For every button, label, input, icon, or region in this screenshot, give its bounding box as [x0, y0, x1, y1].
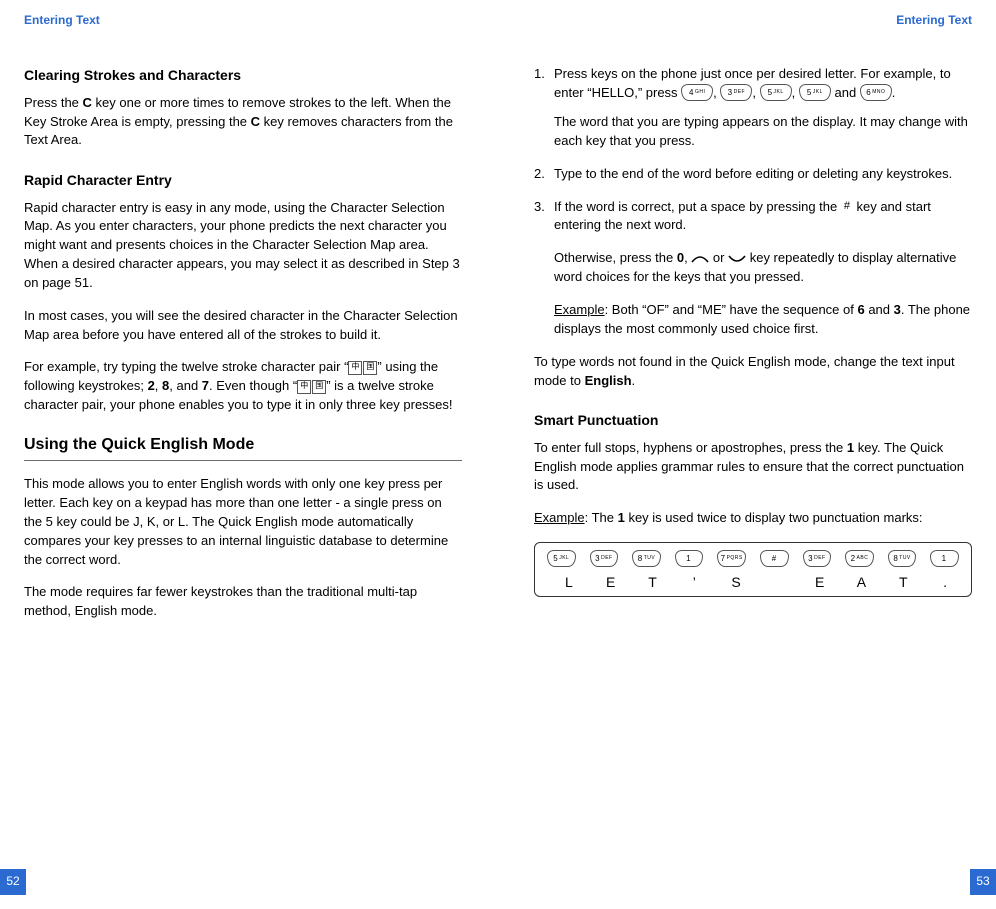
step-3-sub-1: Otherwise, press the 0, or key repeatedl… — [554, 249, 972, 287]
text: If the word is correct, put a space by p… — [554, 199, 841, 214]
heading-quick-english: Using the Quick English Mode — [24, 433, 462, 461]
page-number-right: 53 — [970, 869, 996, 895]
mode-english: English — [585, 373, 632, 388]
step-1: 1. Press keys on the phone just once per… — [534, 65, 972, 150]
text: To enter full stops, hyphens or apostrop… — [534, 440, 847, 455]
text: For example, try typing the twelve strok… — [24, 359, 348, 374]
running-head-left: Entering Text — [24, 12, 462, 29]
key-3-icon: 3DEF — [590, 550, 619, 567]
page-spread: Entering Text Clearing Strokes and Chara… — [0, 0, 996, 909]
letter: E — [597, 572, 625, 592]
key-1-icon: 1 — [675, 550, 704, 567]
step-body: Press keys on the phone just once per de… — [554, 65, 972, 150]
running-head-right: Entering Text — [534, 12, 972, 29]
step-3: 3. If the word is correct, put a space b… — [534, 198, 972, 236]
arrow-down-icon — [728, 255, 746, 263]
para-rapid-2: In most cases, you will see the desired … — [24, 307, 462, 345]
para-quick-1: This mode allows you to enter English wo… — [24, 475, 462, 569]
step-number: 2. — [534, 165, 554, 184]
page-left: Entering Text Clearing Strokes and Chara… — [0, 0, 498, 909]
key-8-icon: 8TUV — [888, 550, 917, 567]
letter: S — [722, 572, 750, 592]
key-2: 2 — [148, 378, 155, 393]
para-rapid-3: For example, try typing the twelve strok… — [24, 358, 462, 415]
key-6-icon: 6MNO — [860, 84, 892, 101]
letter: T — [889, 572, 917, 592]
letter — [764, 572, 792, 592]
step-number: 1. — [534, 65, 554, 150]
text: and — [834, 85, 859, 100]
key-5-icon: 5JKL — [547, 550, 576, 567]
text: or — [713, 250, 728, 265]
example-letters-row: L E T ’ S E A T . — [555, 572, 959, 592]
cjk-char: 国 — [363, 361, 377, 375]
step-2: 2. Type to the end of the word before ed… — [534, 165, 972, 184]
step-body: Type to the end of the word before editi… — [554, 165, 972, 184]
text: , and — [169, 378, 202, 393]
cjk-char: 国 — [312, 380, 326, 394]
cjk-pair: 中国 — [297, 380, 326, 394]
text: : Both “OF” and “ME” have the sequence o… — [605, 302, 858, 317]
key-7-icon: 7PQRS — [717, 550, 746, 567]
key-5-icon: 5JKL — [799, 84, 831, 101]
letter: L — [555, 572, 583, 592]
letter: E — [806, 572, 834, 592]
para-smart: To enter full stops, hyphens or apostrop… — [534, 439, 972, 496]
text: . Even though “ — [209, 378, 297, 393]
letter: ’ — [680, 572, 708, 592]
key-hash-icon: # — [760, 550, 789, 567]
para-outside-mode: To type words not found in the Quick Eng… — [534, 353, 972, 391]
key-8-icon: 8TUV — [632, 550, 661, 567]
key-1: 1 — [618, 510, 625, 525]
step-body: If the word is correct, put a space by p… — [554, 198, 972, 236]
heading-rapid: Rapid Character Entry — [24, 170, 462, 190]
key-3-icon: 3DEF — [720, 84, 752, 101]
key-3-icon: 3DEF — [803, 550, 832, 567]
key-6: 6 — [857, 302, 864, 317]
example-box: 5JKL 3DEF 8TUV 1 7PQRS # 3DEF 2ABC 8TUV … — [534, 542, 972, 597]
key-3: 3 — [894, 302, 901, 317]
arrow-up-icon — [691, 255, 709, 263]
key-7: 7 — [202, 378, 209, 393]
hash-icon: # — [841, 199, 853, 215]
letter: . — [931, 572, 959, 592]
letter: A — [848, 572, 876, 592]
text: : The — [585, 510, 618, 525]
text: . — [632, 373, 636, 388]
example-label: Example — [534, 510, 585, 525]
step-3-sub-2: Example: Both “OF” and “ME” have the seq… — [554, 301, 972, 339]
text: key is used twice to display two punctua… — [625, 510, 923, 525]
cjk-char: 中 — [348, 361, 362, 375]
key-c: C — [83, 95, 92, 110]
example-label: Example — [554, 302, 605, 317]
para-clearing: Press the C key one or more times to rem… — [24, 94, 462, 151]
key-2-icon: 2ABC — [845, 550, 874, 567]
text: Press the — [24, 95, 83, 110]
para-rapid-1: Rapid character entry is easy in any mod… — [24, 199, 462, 293]
key-c: C — [251, 114, 260, 129]
key-0: 0 — [677, 250, 684, 265]
cjk-pair: 中国 — [348, 361, 377, 375]
step-number: 3. — [534, 198, 554, 236]
cjk-char: 中 — [297, 380, 311, 394]
text: Otherwise, press the — [554, 250, 677, 265]
example-keys-row: 5JKL 3DEF 8TUV 1 7PQRS # 3DEF 2ABC 8TUV … — [547, 551, 959, 568]
heading-smart-punctuation: Smart Punctuation — [534, 410, 972, 430]
letter: T — [639, 572, 667, 592]
key-5-icon: 5JKL — [760, 84, 792, 101]
key-1-icon: 1 — [930, 550, 959, 567]
page-right: Entering Text 1. Press keys on the phone… — [498, 0, 996, 909]
para-example-intro: Example: The 1 key is used twice to disp… — [534, 509, 972, 528]
key-4-icon: 4GHI — [681, 84, 713, 101]
para-quick-2: The mode requires far fewer keystrokes t… — [24, 583, 462, 621]
text: The word that you are typing appears on … — [554, 114, 968, 148]
heading-clearing: Clearing Strokes and Characters — [24, 65, 462, 85]
page-number-left: 52 — [0, 869, 26, 895]
